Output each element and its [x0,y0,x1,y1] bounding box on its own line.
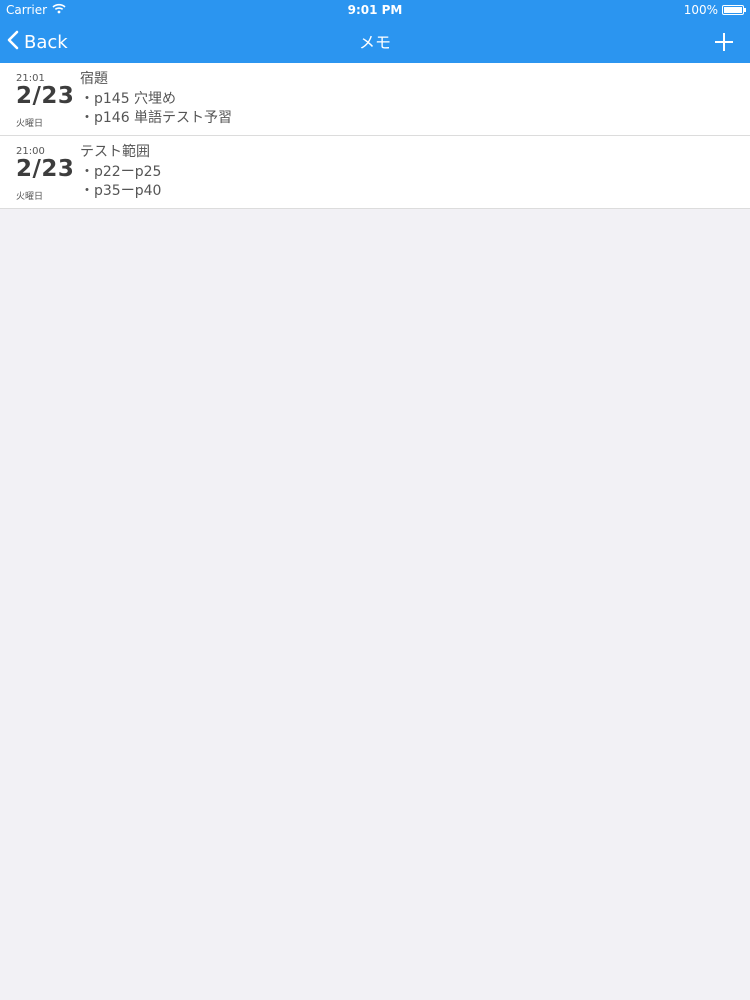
memo-row[interactable]: 21:01 2/23 火曜日 宿題 ・p145 穴埋め ・p146 単語テスト予… [0,63,750,136]
plus-icon [712,33,736,58]
battery-percent: 100% [683,3,718,17]
memo-list: 21:01 2/23 火曜日 宿題 ・p145 穴埋め ・p146 単語テスト予… [0,63,750,209]
memo-date: 2/23 [16,83,75,109]
memo-line: ・p22ーp25 [80,163,162,180]
memo-date: 2/23 [16,156,75,182]
memo-line: ・p146 単語テスト予習 [80,110,233,126]
back-button[interactable]: Back [7,22,68,63]
memo-line: ・p35ーp40 [80,183,162,199]
memo-date-block: 21:00 2/23 火曜日 [0,136,85,209]
back-label: Back [24,32,68,53]
memo-title: 宿題 [80,71,108,87]
memo-weekday: 火曜日 [16,119,44,129]
memo-date-block: 21:01 2/23 火曜日 [0,63,85,136]
top-bar: Carrier 9:01 PM 100% Back メモ [0,0,750,63]
memo-line: ・p145 穴埋め [80,90,177,107]
memo-weekday: 火曜日 [16,192,44,202]
page-title: メモ [358,33,391,52]
memo-row[interactable]: 21:00 2/23 火曜日 テスト範囲 ・p22ーp25 ・p35ーp40 [0,136,750,209]
navigation-bar: Back メモ [0,22,750,63]
status-bar: Carrier 9:01 PM 100% [0,0,750,22]
memo-title: テスト範囲 [80,144,150,160]
memo-body: 宿題 ・p145 穴埋め ・p146 単語テスト予習 [80,70,232,129]
status-time: 9:01 PM [347,3,403,17]
memo-body: テスト範囲 ・p22ーp25 ・p35ーp40 [80,143,161,202]
chevron-left-icon [7,30,19,55]
add-memo-button[interactable] [712,30,736,54]
status-right: 100% [683,3,746,17]
battery-icon [722,5,746,15]
